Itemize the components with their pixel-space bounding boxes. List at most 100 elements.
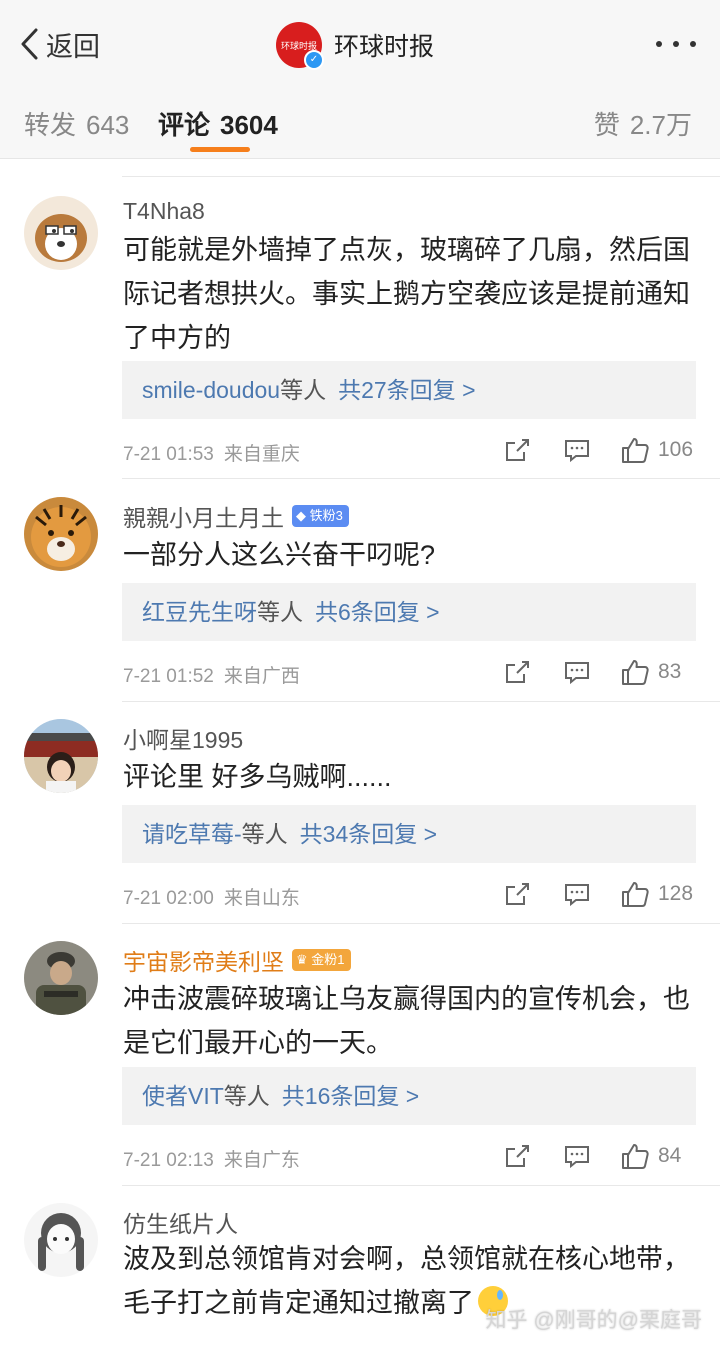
tab-likes[interactable]: 赞 2.7万 [594,105,692,142]
reply-button[interactable] [562,1141,592,1171]
comment-source: 来自广西 [223,666,300,687]
page-title: 环球时报 [334,33,435,61]
back-button[interactable]: 返回 [18,22,100,66]
username[interactable]: 親親小月土月土 ◆ 铁粉3 [123,499,349,533]
share-icon [506,883,529,905]
divider [122,701,720,702]
comment-meta: 7-21 02:00 来自山东 [123,883,300,910]
reply-button[interactable] [562,435,592,465]
divider [122,478,720,479]
like-button[interactable]: 84 [620,1141,696,1171]
tab-likes-count: 2.7万 [629,110,692,140]
share-button[interactable] [502,1141,532,1171]
like-button[interactable]: 106 [620,435,696,465]
comment-meta: 7-21 02:13 来自广东 [123,1145,300,1172]
like-count: 83 [658,660,682,683]
username[interactable]: 仿生纸片人 [123,1205,238,1239]
comment-icon [565,1146,589,1169]
like-button[interactable]: 83 [620,657,696,687]
fan-badge: ◆ 铁粉3 [292,505,349,527]
share-button[interactable] [502,435,532,465]
thumbs-up-icon [622,438,649,463]
comment-text: 可能就是外墙掉了点灰，玻璃碎了几扇，然后国际记者想拱火。事实上鹅方空袭应该是提前… [123,235,690,353]
comment-source: 来自重庆 [223,444,300,465]
comment-source: 来自山东 [223,888,300,909]
reply-users: 使者VIT [142,1083,224,1109]
watermark: 知乎 @刚哥的@栗庭哥 [485,1309,702,1332]
fan-badge-label: 铁粉3 [309,508,343,523]
username[interactable]: 宇宙影帝美利坚 ♛ 金粉1 [123,943,351,977]
reply-users: smile-doudou [142,377,281,403]
thumbs-up-icon [622,660,649,685]
comment-actions: 128 [502,874,696,914]
soldier-avatar-icon [24,941,98,1015]
replies-summary[interactable]: 使者VIT等人 共16条回复 > [122,1067,696,1125]
username[interactable]: T4Nha8 [123,198,205,225]
comment-icon [565,440,589,463]
tab-repost[interactable]: 转发 643 [24,105,129,142]
like-button[interactable]: 128 [620,879,696,909]
comment-actions: 106 [502,430,696,470]
tab-repost-count: 643 [86,110,130,140]
comment-icon [565,884,589,907]
top-nav-bar: 返回 环球时报 ✓ 环球时报 [0,0,720,89]
avatar[interactable] [24,497,98,571]
reply-users: 红豆先生呀 [142,599,257,625]
comment-text: 评论里 好多乌贼啊...... [123,762,392,792]
reply-who: 等人 [223,1083,270,1109]
replies-summary[interactable]: 红豆先生呀等人 共6条回复 > [122,583,696,641]
comment-time: 7-21 01:52 [123,666,214,687]
back-label: 返回 [46,31,100,62]
comment-actions: 84 [502,1136,696,1176]
tab-comments-count: 3604 [220,110,278,140]
avatar[interactable] [24,719,98,793]
share-button[interactable] [502,657,532,687]
divider [122,1185,720,1186]
share-icon [506,661,529,683]
dog-avatar-icon [24,196,98,270]
share-icon [506,439,529,461]
reply-button[interactable] [562,657,592,687]
account-title[interactable]: 环球时报 ✓ 环球时报 [276,20,434,70]
anime-avatar-icon [24,1203,98,1277]
comment-source: 来自广东 [223,1150,300,1171]
reply-button[interactable] [562,879,592,909]
comment-text: 一部分人这么兴奋干叼呢? [123,540,436,570]
comment-time: 7-21 02:00 [123,888,214,909]
comment-actions: 83 [502,652,696,692]
replies-summary[interactable]: 请吃草莓-等人 共34条回复 > [122,805,696,863]
reply-who: 等人 [257,599,303,625]
divider [122,176,720,177]
tiger-avatar-icon [24,497,98,571]
like-count: 106 [658,438,694,461]
tab-likes-label: 赞 [593,110,620,140]
avatar[interactable] [24,1203,98,1277]
username[interactable]: 小啊星1995 [123,721,243,755]
replies-summary[interactable]: smile-doudou等人 共27条回复 > [122,361,696,419]
dot-icon [656,41,662,47]
dot-icon [673,41,679,47]
fan-badge: ♛ 金粉1 [292,949,351,971]
like-count: 84 [658,1144,682,1167]
chevron-left-icon [21,28,38,60]
verified-icon: ✓ [304,50,324,70]
more-options-button[interactable] [656,30,696,58]
avatar[interactable] [24,941,98,1015]
comment-time: 7-21 01:53 [123,444,214,465]
account-logo: 环球时报 ✓ [276,22,324,70]
avatar[interactable] [24,196,98,270]
comment-text: 冲击波震碎玻璃让乌友赢得国内的宣传机会，也是它们最开心的一天。 [123,984,690,1058]
comment-meta: 7-21 01:53 来自重庆 [123,439,300,466]
comment-time: 7-21 02:13 [123,1150,214,1171]
tab-comments[interactable]: 评论 3604 [158,105,278,142]
child-avatar-icon [24,719,98,793]
fan-badge-label: 金粉1 [311,952,345,967]
reply-users: 请吃草莓- [142,821,242,847]
reply-who: 等人 [280,377,327,403]
reply-count: 共16条回复 > [281,1083,420,1109]
thumbs-up-icon [622,882,649,907]
share-button[interactable] [502,879,532,909]
comment-meta: 7-21 01:52 来自广西 [123,661,300,688]
username-text: 宇宙影帝美利坚 [123,949,284,975]
reply-count: 共34条回复 > [299,821,438,847]
